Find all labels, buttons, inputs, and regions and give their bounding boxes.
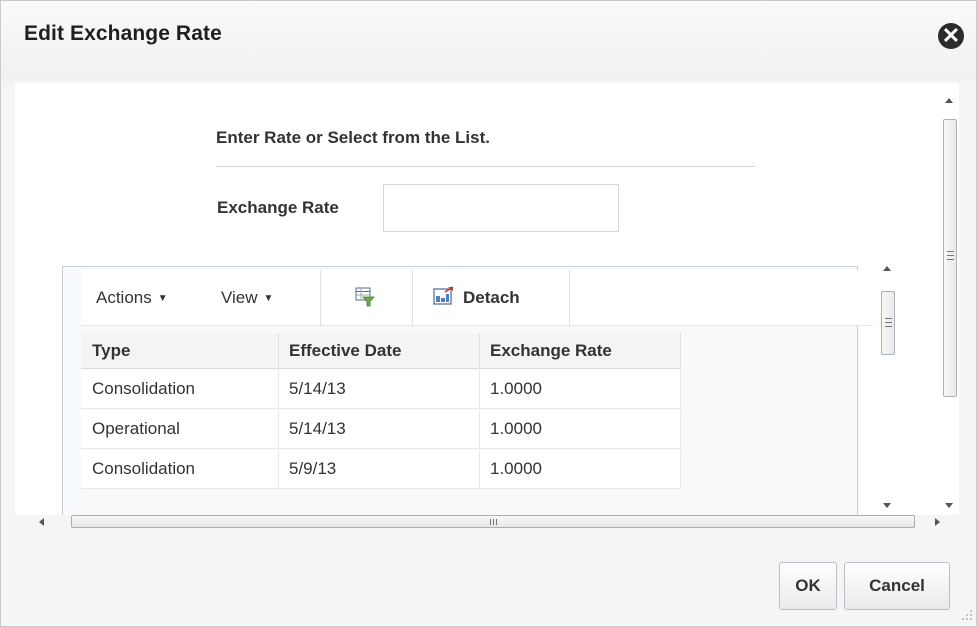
dialog-vertical-scrollbar[interactable]: [941, 93, 959, 513]
column-divider: [680, 410, 681, 449]
chevron-down-icon: ▼: [157, 293, 168, 304]
column-divider: [680, 333, 681, 369]
column-header-type[interactable]: Type: [92, 341, 130, 361]
grip-line: [493, 519, 494, 525]
dialog-content: Enter Rate or Select from the List. Exch…: [15, 83, 959, 515]
grip-line: [947, 251, 954, 252]
actions-menu-label: Actions: [96, 288, 152, 307]
rates-table-panel: Actions ▼ View ▼ Detach Type Effective D…: [62, 266, 873, 515]
view-menu[interactable]: View ▼: [221, 288, 273, 308]
cell-type: Consolidation: [92, 379, 196, 398]
scrollbar-track[interactable]: [941, 111, 959, 495]
column-header-exchange-rate[interactable]: Exchange Rate: [490, 341, 612, 361]
scroll-up-icon[interactable]: [945, 98, 953, 103]
cell-exchange-rate: 1.0000: [490, 379, 542, 398]
section-divider: [216, 166, 755, 167]
scroll-right-icon[interactable]: [935, 518, 940, 526]
query-by-example-icon[interactable]: [355, 287, 375, 307]
scrollbar-track[interactable]: [879, 279, 899, 495]
column-divider: [680, 450, 681, 489]
grip-line: [885, 318, 892, 319]
chevron-down-icon: ▼: [263, 293, 274, 304]
table-vertical-scrollbar[interactable]: [879, 261, 899, 513]
edit-exchange-rate-dialog: Edit Exchange Rate ✕ Enter Rate or Selec…: [0, 0, 977, 627]
dialog-title: Edit Exchange Rate: [24, 22, 222, 45]
table-row[interactable]: Consolidation 5/9/13 1.0000: [81, 450, 681, 489]
exchange-rate-label: Exchange Rate: [217, 198, 339, 217]
column-divider: [278, 333, 279, 369]
toolbar-divider: [569, 270, 570, 326]
cell-type: Operational: [92, 419, 180, 438]
cancel-button[interactable]: Cancel: [844, 562, 950, 610]
ok-button[interactable]: OK: [779, 562, 837, 610]
dialog-titlebar[interactable]: Edit Exchange Rate ✕: [1, 1, 976, 81]
instruction-text: Enter Rate or Select from the List.: [216, 128, 490, 147]
column-divider: [680, 370, 681, 409]
table-row[interactable]: Consolidation 5/14/13 1.0000: [81, 370, 681, 409]
actions-menu[interactable]: Actions ▼: [96, 288, 168, 308]
toolbar-divider: [320, 270, 321, 326]
detach-label: Detach: [463, 288, 520, 307]
column-divider: [479, 333, 480, 369]
grip-line: [947, 259, 954, 260]
scroll-down-icon[interactable]: [883, 503, 891, 508]
scrollbar-thumb[interactable]: [71, 515, 915, 528]
view-menu-label: View: [221, 288, 258, 307]
cell-type: Consolidation: [92, 459, 196, 478]
cell-exchange-rate: 1.0000: [490, 459, 542, 478]
column-divider: [479, 450, 480, 489]
cell-effective-date: 5/14/13: [289, 419, 346, 438]
cell-exchange-rate: 1.0000: [490, 419, 542, 438]
column-divider: [278, 370, 279, 409]
grip-line: [885, 326, 892, 327]
grip-line: [885, 322, 892, 323]
cell-effective-date: 5/14/13: [289, 379, 346, 398]
column-divider: [278, 410, 279, 449]
column-divider: [278, 450, 279, 489]
table-toolbar: Actions ▼ View ▼ Detach: [81, 270, 873, 326]
grip-line: [947, 255, 954, 256]
scroll-left-icon[interactable]: [39, 518, 44, 526]
close-icon[interactable]: ✕: [938, 23, 964, 49]
toolbar-divider: [412, 270, 413, 326]
column-divider: [479, 410, 480, 449]
column-header-effective-date[interactable]: Effective Date: [289, 341, 401, 361]
dialog-horizontal-scrollbar[interactable]: [31, 513, 951, 531]
detach-icon: [433, 286, 454, 305]
scroll-up-icon[interactable]: [883, 266, 891, 271]
grip-line: [496, 519, 497, 525]
grid-header-row: Type Effective Date Exchange Rate: [81, 333, 681, 369]
table-row[interactable]: Operational 5/14/13 1.0000: [81, 410, 681, 449]
column-divider: [479, 370, 480, 409]
exchange-rate-input[interactable]: [383, 184, 619, 232]
resize-grip-icon[interactable]: [959, 607, 973, 621]
scrollbar-thumb[interactable]: [881, 291, 895, 355]
scroll-down-icon[interactable]: [945, 503, 953, 508]
cell-effective-date: 5/9/13: [289, 459, 337, 478]
scrollbar-thumb[interactable]: [943, 119, 957, 397]
grip-line: [490, 519, 491, 525]
